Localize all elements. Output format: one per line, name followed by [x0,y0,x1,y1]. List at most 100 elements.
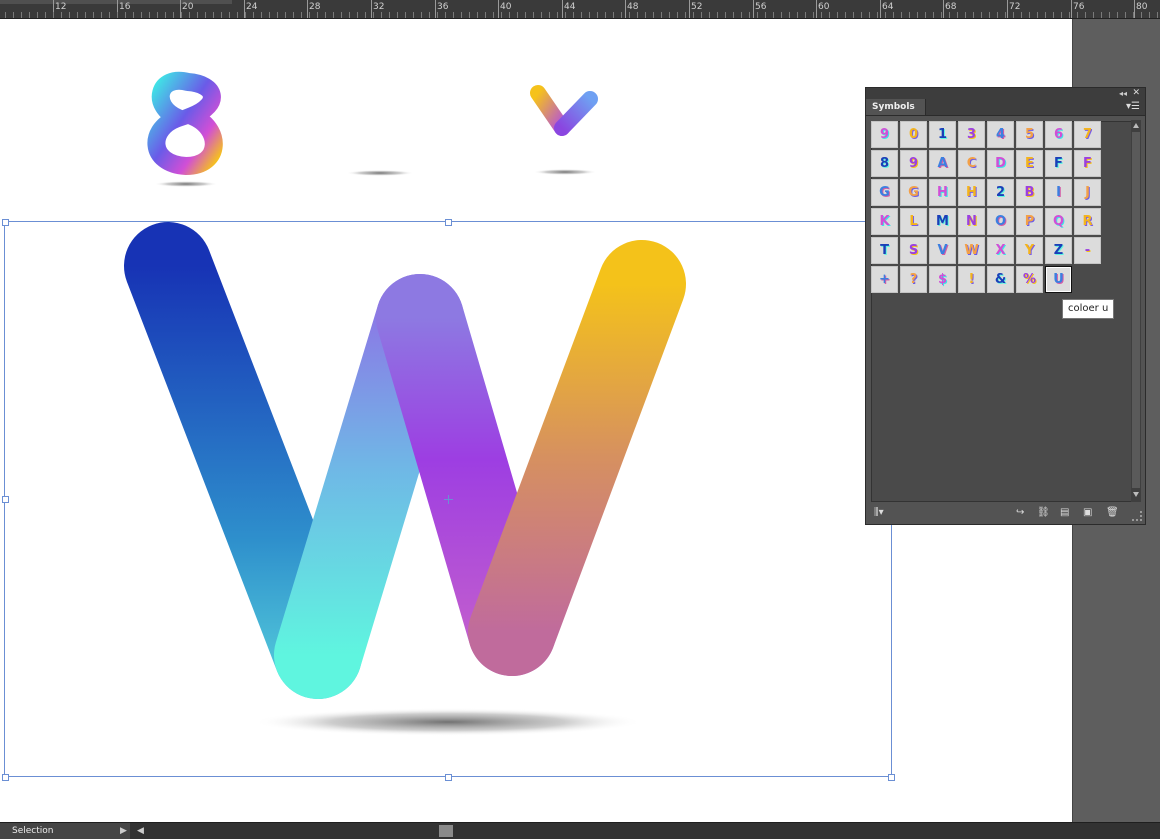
resize-handle-left[interactable] [2,496,9,503]
symbol-swatch[interactable]: N [958,208,985,235]
resize-handle-bottom-right[interactable] [888,774,895,781]
ruler-minor-tick [1125,12,1126,18]
panel-resize-grip-icon[interactable] [1132,511,1142,521]
status-menu-arrow-icon[interactable]: ▶ [120,823,127,839]
symbol-swatch[interactable]: L [900,208,927,235]
ruler-minor-tick [301,12,302,18]
ruler-minor-tick [1101,12,1102,18]
symbol-swatch[interactable]: $ [929,266,956,293]
place-symbol-instance-icon[interactable]: ↪ [1016,507,1024,519]
ruler-minor-tick [581,12,582,18]
symbol-swatch[interactable]: 0 [900,121,927,148]
ruler-major-tick [1007,0,1008,18]
symbol-swatch[interactable]: ? [900,266,927,293]
symbol-swatch[interactable]: B [1016,179,1043,206]
symbol-swatch[interactable]: - [1074,237,1101,264]
symbol-swatch[interactable]: G [900,179,927,206]
document-tab-fragment[interactable] [0,0,232,4]
ruler-minor-tick [325,12,326,18]
symbol-swatch[interactable]: X [987,237,1014,264]
symbol-swatch[interactable]: O [987,208,1014,235]
resize-handle-top-left[interactable] [2,219,9,226]
ruler-major-tick [1134,0,1135,18]
symbol-swatch[interactable]: + [871,266,898,293]
symbol-swatch[interactable]: K [871,208,898,235]
symbol-swatch[interactable]: G [871,179,898,206]
symbol-swatch[interactable]: M [929,208,956,235]
scroll-left-icon[interactable]: ◀ [137,823,144,839]
symbols-scrollbar[interactable] [1131,120,1141,502]
symbol-swatch[interactable]: & [987,266,1014,293]
symbol-swatch[interactable]: 8 [871,150,898,177]
artwork-letter-y[interactable] [530,85,598,175]
ruler-minor-tick [701,12,702,18]
tab-symbols[interactable]: Symbols [866,99,926,115]
new-symbol-icon[interactable]: ▣ [1083,507,1092,519]
symbol-swatch[interactable]: ! [958,266,985,293]
symbol-swatch[interactable]: S [900,237,927,264]
symbol-swatch[interactable]: D [987,150,1014,177]
symbol-swatch[interactable]: C [958,150,985,177]
symbol-swatch[interactable]: 3 [958,121,985,148]
symbol-swatch[interactable]: U [1045,266,1072,293]
symbol-swatch[interactable]: H [958,179,985,206]
close-icon[interactable]: ✕ [1132,88,1140,99]
symbol-swatch[interactable]: Y [1016,237,1043,264]
symbol-swatch[interactable]: 4 [987,121,1014,148]
resize-handle-bottom[interactable] [445,774,452,781]
symbol-swatch[interactable]: 9 [900,150,927,177]
ruler-minor-tick [397,12,398,18]
symbol-swatch[interactable]: A [929,150,956,177]
symbol-swatch[interactable]: % [1016,266,1043,293]
symbol-swatch[interactable]: 2 [987,179,1014,206]
symbol-swatch[interactable]: 6 [1045,121,1072,148]
ruler-minor-tick [733,12,734,18]
symbol-libraries-menu-icon[interactable]: ⫼▾ [874,507,884,519]
horizontal-scroll-thumb[interactable] [439,825,453,837]
panel-title-strip[interactable]: ◂◂ ✕ [866,88,1145,99]
symbol-swatch[interactable]: 7 [1074,121,1101,148]
symbol-swatch[interactable]: Z [1045,237,1072,264]
ruler-minor-tick [821,12,822,18]
ruler-minor-tick [549,12,550,18]
ruler-label: 12 [55,2,67,12]
top-ruler[interactable]: 12 16 20 24 28 32 36 40 44 48 52 56 60 64 68 72 76 80 [0,0,1160,19]
panel-menu-icon[interactable]: ▾☰ [1126,102,1140,112]
symbol-swatch[interactable]: 1 [929,121,956,148]
symbol-swatch[interactable]: I [1045,179,1072,206]
ruler-minor-tick [797,12,798,18]
ruler-minor-tick [1029,12,1030,18]
ruler-major-tick [625,0,626,18]
ruler-minor-tick [901,12,902,18]
symbol-swatch[interactable]: F [1074,150,1101,177]
resize-handle-top[interactable] [445,219,452,226]
symbol-swatch[interactable]: R [1074,208,1101,235]
symbol-swatch[interactable]: 9 [871,121,898,148]
artwork-letter-8[interactable] [147,71,223,187]
ruler-minor-tick [869,12,870,18]
symbol-swatch[interactable]: T [871,237,898,264]
ruler-minor-tick [525,12,526,18]
symbol-swatch[interactable]: 5 [1016,121,1043,148]
symbol-swatch[interactable]: P [1016,208,1043,235]
collapse-panel-icon[interactable]: ◂◂ [1119,88,1127,99]
symbol-swatch[interactable]: W [958,237,985,264]
status-bar: Selection ▶ ◀ [0,822,1160,839]
symbol-swatch[interactable]: H [929,179,956,206]
ruler-label: 56 [755,2,767,12]
ruler-minor-tick [1013,12,1014,18]
symbol-swatch[interactable]: V [929,237,956,264]
symbol-swatch[interactable]: Q [1045,208,1072,235]
status-tool-label[interactable]: Selection [0,823,130,839]
symbol-swatch[interactable]: F [1045,150,1072,177]
ruler-minor-tick [589,12,590,18]
ruler-minor-tick [677,12,678,18]
break-link-icon[interactable]: ⛓ [1037,507,1050,519]
artwork-letter-h[interactable] [345,81,414,176]
delete-symbol-icon[interactable]: 🗑 [1106,507,1119,519]
symbol-swatch[interactable]: J [1074,179,1101,206]
resize-handle-bottom-left[interactable] [2,774,9,781]
symbol-options-icon[interactable]: ▤ [1060,507,1069,519]
ruler-minor-tick [877,12,878,18]
symbol-swatch[interactable]: E [1016,150,1043,177]
